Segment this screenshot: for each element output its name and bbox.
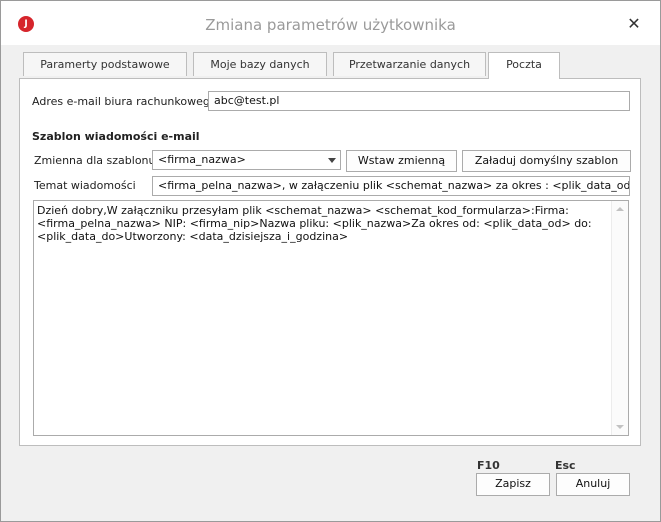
dialog-window: J Zmiana parametrów użytkownika ✕ Parame…	[0, 0, 661, 522]
variable-select-value: <firma_nazwa>	[158, 153, 246, 166]
template-section-title: Szablon wiadomości e-mail	[32, 130, 200, 143]
save-shortcut-hint: F10	[477, 459, 500, 472]
message-body-text: Dzień dobry,W załączniku przesyłam plik …	[37, 204, 592, 243]
insert-variable-button[interactable]: Wstaw zmienną	[346, 150, 457, 172]
message-body-textarea[interactable]: Dzień dobry,W załączniku przesyłam plik …	[33, 200, 629, 436]
scroll-down-icon[interactable]	[616, 425, 624, 429]
tab-mail[interactable]: Poczta	[488, 52, 560, 79]
close-icon[interactable]: ✕	[623, 13, 645, 35]
title-bar: J Zmiana parametrów użytkownika ✕	[1, 1, 660, 45]
subject-field[interactable]: <firma_pelna_nazwa>, w załączeniu plik <…	[152, 176, 630, 196]
chevron-down-icon	[328, 158, 336, 163]
variable-label: Zmienna dla szablonu	[34, 154, 156, 167]
variable-select[interactable]: <firma_nazwa>	[152, 150, 341, 170]
email-label: Adres e-mail biura rachunkowego	[32, 95, 217, 108]
tab-data-processing[interactable]: Przetwarzanie danych	[333, 52, 486, 76]
save-button[interactable]: Zapisz	[476, 473, 550, 496]
scroll-up-icon[interactable]	[616, 207, 624, 211]
load-default-template-button[interactable]: Załaduj domyślny szablon	[462, 150, 631, 172]
subject-label: Temat wiadomości	[34, 179, 136, 192]
cancel-shortcut-hint: Esc	[555, 459, 576, 472]
mail-settings-panel: Adres e-mail biura rachunkowego abc@test…	[19, 78, 641, 446]
vertical-scrollbar[interactable]	[611, 201, 628, 435]
tab-basic-parameters[interactable]: Paramerty podstawowe	[23, 52, 187, 76]
window-title: Zmiana parametrów użytkownika	[205, 16, 456, 34]
tab-my-databases[interactable]: Moje bazy danych	[193, 52, 327, 76]
cancel-button[interactable]: Anuluj	[556, 473, 630, 496]
email-field[interactable]: abc@test.pl	[208, 91, 630, 111]
